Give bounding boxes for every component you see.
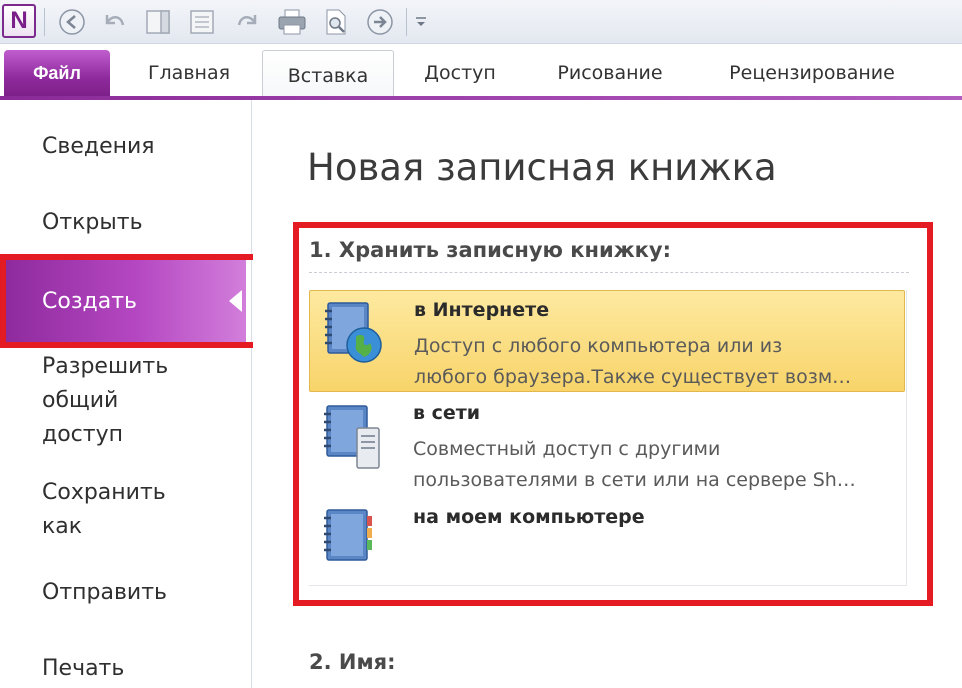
- nav-item-new[interactable]: Создать: [6, 260, 246, 342]
- redo-button[interactable]: [232, 6, 264, 38]
- nav-item-label-line: Разрешить: [42, 354, 169, 379]
- storage-section-heading: 1. Хранить записную книжку:: [309, 238, 671, 262]
- main-panel: Новая записная книжка 1. Хранить записну…: [253, 100, 962, 688]
- option-my-computer-title: на моем компьютере: [413, 506, 645, 528]
- option-network-description: Совместный доступ с другими пользователя…: [413, 434, 899, 496]
- nav-item-label-line: как: [42, 514, 83, 539]
- tab-share[interactable]: Доступ: [404, 50, 516, 96]
- description-line: Совместный доступ с другими: [413, 438, 721, 460]
- nav-item-label: Открыть: [42, 210, 143, 235]
- option-network-title: в сети: [413, 402, 481, 424]
- redo-icon: [237, 15, 257, 26]
- description-line: любого браузера.Также существует возм…: [414, 366, 852, 388]
- toolbar-separator: [44, 8, 45, 36]
- tab-review-label: Рецензирование: [729, 62, 895, 84]
- undo-icon: [105, 15, 125, 26]
- option-web-title: в Интернете: [414, 299, 550, 321]
- option-my-computer[interactable]: на моем компьютере: [309, 498, 905, 600]
- section-divider: [309, 272, 909, 273]
- print-preview-button[interactable]: [320, 6, 352, 38]
- name-section-heading: 2. Имя:: [309, 650, 396, 674]
- tab-home-label: Главная: [147, 62, 231, 84]
- dock-to-desktop-button[interactable]: [142, 6, 174, 38]
- notebook-server-icon: [324, 405, 380, 469]
- selected-arrow-icon: [229, 290, 242, 312]
- notebook-globe-icon: [325, 302, 382, 363]
- forward-button[interactable]: [364, 6, 396, 38]
- back-icon: [59, 9, 85, 35]
- ribbon-tabs: Файл Главная Вставка Доступ Рисование Ре…: [0, 44, 962, 100]
- tab-draw-label: Рисование: [557, 62, 663, 84]
- option-web[interactable]: в Интернете Доступ с любого компьютера и…: [309, 290, 905, 392]
- tab-insert-label: Вставка: [287, 64, 369, 87]
- tab-home[interactable]: Главная: [130, 50, 248, 96]
- customize-toolbar-button[interactable]: [410, 6, 432, 38]
- nav-item-label: Создать: [42, 288, 137, 314]
- normal-view-button[interactable]: [186, 6, 218, 38]
- option-network[interactable]: в сети Совместный доступ с другими польз…: [309, 394, 905, 496]
- description-line: пользователями в сети или на сервере Sh…: [413, 469, 856, 491]
- print-button[interactable]: [276, 6, 308, 38]
- page-title: Новая записная книжка: [307, 146, 777, 189]
- nav-item-label: Печать: [42, 656, 125, 681]
- logo-letter: N: [10, 7, 28, 34]
- back-button[interactable]: [56, 6, 88, 38]
- nav-item-label-line: общий: [42, 388, 119, 413]
- print-preview-icon: [326, 9, 346, 35]
- onenote-logo-icon[interactable]: N: [2, 4, 36, 38]
- print-icon: [278, 9, 306, 35]
- description-line: Доступ с любого компьютера или из: [414, 335, 783, 357]
- tab-file[interactable]: Файл: [4, 50, 110, 96]
- nav-item-save-as[interactable]: Сохранить как: [42, 476, 166, 544]
- nav-item-label: Сведения: [42, 134, 155, 159]
- option-web-description: Доступ с любого компьютера или из любого…: [414, 331, 900, 393]
- notebook-icon: [324, 509, 372, 561]
- tab-file-label: Файл: [33, 62, 81, 83]
- tab-share-label: Доступ: [424, 62, 496, 84]
- nav-item-label-line: доступ: [42, 422, 123, 447]
- undo-button[interactable]: [98, 6, 130, 38]
- forward-icon: [367, 9, 393, 35]
- backstage-nav: Сведения Открыть Создать Разрешить общий…: [0, 100, 260, 688]
- storage-options-list: в Интернете Доступ с любого компьютера и…: [309, 290, 907, 586]
- toolbar-separator: [406, 8, 407, 36]
- dock-icon: [146, 10, 170, 34]
- nav-item-label-line: Сохранить: [42, 480, 166, 505]
- nav-item-info[interactable]: Сведения: [42, 130, 155, 164]
- tab-review[interactable]: Рецензирование: [712, 50, 912, 96]
- nav-item-open[interactable]: Открыть: [42, 206, 143, 240]
- tab-draw[interactable]: Рисование: [540, 50, 680, 96]
- nav-item-print[interactable]: Печать: [42, 652, 124, 686]
- customize-icon: [416, 17, 426, 26]
- nav-item-share[interactable]: Разрешить общий доступ: [42, 350, 168, 452]
- normal-view-icon: [190, 10, 214, 34]
- tab-insert[interactable]: Вставка: [262, 50, 394, 100]
- nav-item-label: Отправить: [42, 580, 168, 605]
- quick-access-toolbar: N: [0, 0, 962, 44]
- nav-item-send[interactable]: Отправить: [42, 576, 167, 610]
